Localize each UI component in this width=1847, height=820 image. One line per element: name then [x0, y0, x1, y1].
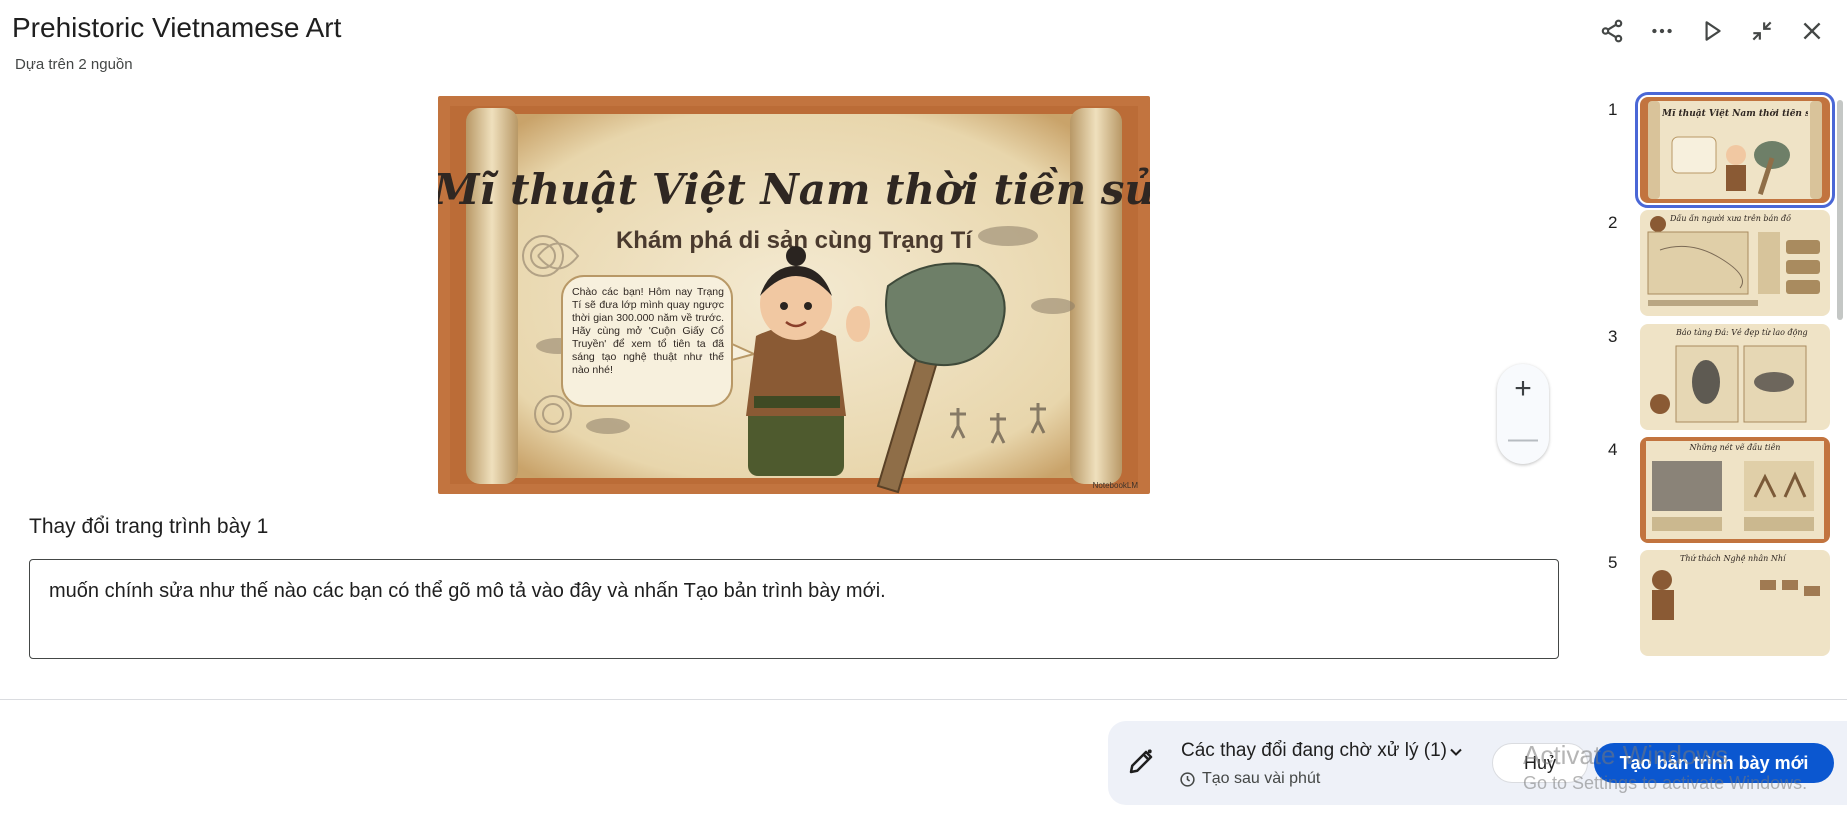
zoom-in-button[interactable]: + [1503, 369, 1543, 409]
footer-divider [0, 699, 1847, 700]
top-toolbar [1587, 10, 1837, 52]
thumbnail-image[interactable]: Dấu ấn người xưa trên bản đồ [1640, 210, 1830, 316]
create-presentation-button[interactable]: Tạo bản trình bày mới [1594, 743, 1834, 783]
slide-title: Mĩ thuật Việt Nam thời tiền sử [438, 165, 1150, 214]
thumbnail-caption: Những nét vẽ đầu tiên [1689, 443, 1781, 452]
pending-changes-label[interactable]: Các thay đổi đang chờ xử lý (1) [1181, 740, 1447, 762]
more-button[interactable] [1637, 10, 1687, 52]
thumbnail-number: 1 [1608, 100, 1618, 119]
slide-credit: NotebookLM [1093, 481, 1139, 490]
play-button[interactable] [1687, 10, 1737, 52]
thumbnail-scrollbar[interactable] [1837, 100, 1843, 320]
close-icon [1803, 22, 1821, 40]
thumbnail-caption: Thử thách Nghệ nhân Nhí [1680, 554, 1786, 563]
slide-illustration: Mĩ thuật Việt Nam thời tiền sử Khám phá … [438, 96, 1150, 494]
thumbnail-item[interactable]: 4 Những nét vẽ đầu tiên [1600, 432, 1840, 543]
thumbnail-image[interactable]: Mĩ thuật Việt Nam thời tiền sử [1635, 92, 1835, 208]
eta-label: Tạo sau vài phút [1202, 770, 1321, 787]
cancel-button[interactable]: Huỷ [1492, 743, 1588, 783]
thumbnail-item[interactable]: 3 Bảo tàng Đá: Vẻ đẹp từ lao động [1600, 319, 1840, 430]
thumbnail-number: 5 [1608, 553, 1618, 572]
collapse-button[interactable] [1737, 10, 1787, 52]
pencil-icon [1129, 749, 1153, 774]
thumbnail-item[interactable]: 2 Dấu ấn người xưa trên bản đồ [1600, 205, 1840, 316]
thumbnail-image[interactable]: Những nét vẽ đầu tiên [1640, 437, 1830, 543]
play-icon [1705, 21, 1721, 41]
more-horizontal-icon [1652, 28, 1672, 34]
thumbnail-image[interactable]: Bảo tàng Đá: Vẻ đẹp từ lao động [1640, 324, 1830, 430]
thumbnail-item[interactable]: 1 Mĩ thuật Việt Nam thời tiền sử [1600, 92, 1840, 208]
thumbnail-number: 4 [1608, 440, 1618, 459]
speech-bubble-text: Chào các bạn! Hôm nay Trạng Tí sẽ đưa lớ… [572, 286, 724, 376]
slide-preview: Mĩ thuật Việt Nam thời tiền sử Khám phá … [438, 96, 1150, 494]
collapse-icon [1752, 21, 1772, 41]
change-slide-label: Thay đổi trang trình bày 1 [29, 515, 269, 538]
zoom-control: + — [1497, 364, 1549, 464]
page-title: Prehistoric Vietnamese Art [12, 12, 342, 43]
chevron-down-icon[interactable] [1446, 742, 1466, 762]
thumbnail-image[interactable]: Thử thách Nghệ nhân Nhí [1640, 550, 1830, 656]
zoom-out-button[interactable]: — [1503, 419, 1543, 459]
thumbnail-number: 3 [1608, 327, 1618, 346]
share-button[interactable] [1587, 10, 1637, 52]
thumbnail-caption: Dấu ấn người xưa trên bản đồ [1670, 214, 1791, 223]
thumbnail-caption: Bảo tàng Đá: Vẻ đẹp từ lao động [1676, 328, 1808, 337]
thumbnail-number: 2 [1608, 213, 1618, 232]
clock-icon [1180, 772, 1195, 787]
prompt-textarea[interactable]: muốn chính sửa như thế nào các bạn có th… [29, 559, 1559, 659]
close-button[interactable] [1787, 10, 1837, 52]
sources-subtitle: Dựa trên 2 nguồn [15, 56, 133, 73]
thumbnail-item[interactable]: 5 Thử thách Nghệ nhân Nhí [1600, 545, 1840, 656]
share-icon [1601, 19, 1623, 43]
thumbnail-list[interactable]: 1 Mĩ thuật Việt Nam thời tiền sử 2 Dấu ấ… [1600, 92, 1840, 700]
thumbnail-caption: Mĩ thuật Việt Nam thời tiền sử [1662, 109, 1808, 119]
